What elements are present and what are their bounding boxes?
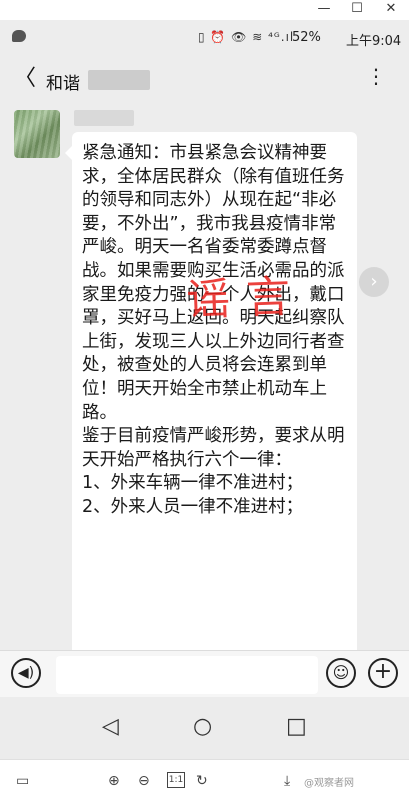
- input-bar: ◀) ☺ +: [0, 650, 409, 697]
- nav-home-button[interactable]: ○: [193, 715, 212, 739]
- battery-level: 52%: [292, 30, 321, 45]
- emoji-icon[interactable]: ☺: [326, 658, 356, 688]
- status-icons: ▯ ⏰ 👁 ≋ ⁴ᴳ.ıl: [198, 30, 295, 44]
- avatar[interactable]: [14, 110, 60, 158]
- android-nav-bar: ◁ ○ □: [0, 697, 409, 759]
- forward-icon[interactable]: ›: [359, 267, 389, 297]
- zoom-out-icon[interactable]: ⊖: [138, 772, 150, 790]
- close-button[interactable]: ✕: [384, 2, 398, 16]
- zoom-in-icon[interactable]: ⊕: [108, 772, 120, 790]
- status-bar: ▯ ⏰ 👁 ≋ ⁴ᴳ.ıl 52% 上午9:04: [0, 22, 409, 54]
- clock: 上午9:04: [346, 34, 402, 49]
- chat-area[interactable]: 紧急通知：市县紧急会议精神要求，全体居民群众（除有值班任务的领导和同志外）从现在…: [0, 104, 409, 650]
- more-options-icon[interactable]: ⋮: [366, 64, 388, 88]
- actual-size-button[interactable]: 1:1: [167, 772, 185, 788]
- minimize-button[interactable]: —: [317, 2, 331, 16]
- voice-input-icon[interactable]: ◀): [11, 658, 41, 688]
- watermark: @观察者网: [304, 778, 354, 789]
- sidebar-toggle-icon[interactable]: ▭: [16, 772, 29, 790]
- maximize-button[interactable]: ☐: [350, 2, 364, 16]
- back-icon[interactable]: 〈: [14, 66, 36, 92]
- download-icon[interactable]: ⤓: [284, 772, 290, 790]
- message-text: 紧急通知：市县紧急会议精神要求，全体居民群众（除有值班任务的领导和同志外）从现在…: [82, 143, 345, 517]
- rotate-icon[interactable]: ↻: [196, 772, 208, 790]
- plus-icon[interactable]: +: [368, 658, 398, 688]
- image-viewer-toolbar: ▭ ⊕ ⊖ 1:1 ↻ ⤓ @观察者网: [0, 759, 409, 806]
- rumor-stamp: 谣言: [185, 270, 308, 327]
- message-bubble[interactable]: 紧急通知：市县紧急会议精神要求，全体居民群众（除有值班任务的领导和同志外）从现在…: [65, 132, 357, 650]
- redacted-name: [88, 70, 150, 90]
- message-input[interactable]: [56, 656, 318, 694]
- nav-back-button[interactable]: ◁: [102, 715, 119, 739]
- message-notification-icon: [12, 30, 26, 42]
- window-title-bar: — ☐ ✕: [0, 0, 409, 20]
- redacted-sender-name: [74, 110, 134, 126]
- nav-recents-button[interactable]: □: [286, 715, 307, 739]
- chat-title: 和谐: [46, 74, 80, 94]
- chat-header: 〈 和谐 ⋮: [0, 56, 409, 104]
